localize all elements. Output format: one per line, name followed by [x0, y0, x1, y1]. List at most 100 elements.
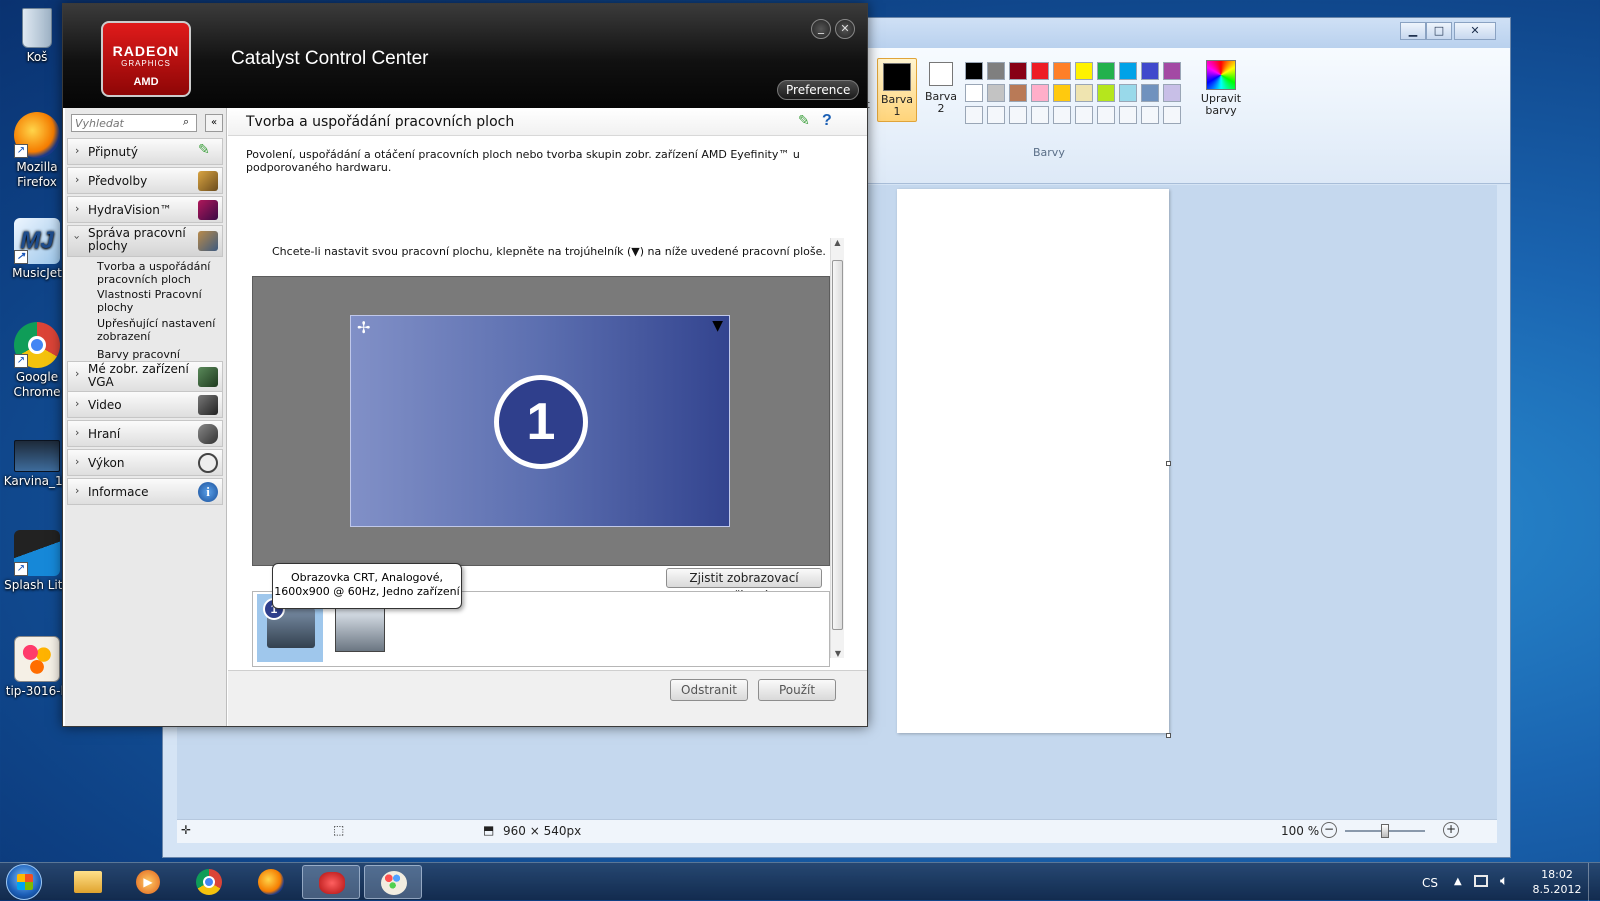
palette-color-swatch[interactable]: [1141, 62, 1159, 80]
minimize-button[interactable]: _: [811, 19, 831, 39]
gauge-icon: [198, 453, 218, 473]
palette-color-swatch[interactable]: [1053, 106, 1071, 124]
vga-icon: [198, 367, 218, 387]
zoom-out-button[interactable]: −: [1321, 822, 1337, 838]
zoom-slider-thumb[interactable]: [1381, 824, 1389, 838]
palette-color-swatch[interactable]: [1075, 84, 1093, 102]
nav-item-performance[interactable]: › Výkon: [67, 449, 223, 476]
maximize-button[interactable]: □: [1426, 22, 1452, 40]
palette-color-swatch[interactable]: [1031, 106, 1049, 124]
start-button[interactable]: [6, 864, 42, 900]
preferences-button[interactable]: Preference: [777, 80, 860, 100]
desktop-arrangement-area: ✢ ▼ 1: [252, 276, 830, 566]
show-hidden-icons[interactable]: ▲: [1454, 876, 1462, 887]
color2-button[interactable]: Barva 2: [921, 58, 961, 122]
palette-color-swatch[interactable]: [1119, 106, 1137, 124]
palette-color-swatch[interactable]: [1009, 84, 1027, 102]
palette-color-swatch[interactable]: [1141, 84, 1159, 102]
palette-color-swatch[interactable]: [987, 84, 1005, 102]
nav-item-desktop-management[interactable]: › Správa pracovní plochy: [67, 225, 223, 257]
resize-handle[interactable]: [1166, 733, 1171, 738]
vertical-scrollbar[interactable]: ▲ ▼: [830, 238, 844, 658]
minimize-button[interactable]: ▁: [1400, 22, 1426, 40]
color1-button[interactable]: Barva 1: [877, 58, 917, 122]
remove-button[interactable]: Odstranit: [670, 679, 748, 701]
close-button[interactable]: ✕: [835, 19, 855, 39]
palette-color-swatch[interactable]: [1097, 106, 1115, 124]
help-icon[interactable]: ?: [822, 112, 832, 130]
nav-sub-desktop-properties[interactable]: Vlastnosti Pracovní plochy: [97, 288, 217, 314]
resize-handle[interactable]: [1166, 461, 1171, 466]
nav-sub-advanced-display[interactable]: Upřesňující nastavení zobrazení: [97, 317, 217, 343]
show-desktop-button[interactable]: [1588, 863, 1600, 901]
palette-color-swatch[interactable]: [1031, 62, 1049, 80]
nav-item-pinned[interactable]: › Připnutý ✎: [67, 138, 223, 165]
palette-color-swatch[interactable]: [1075, 62, 1093, 80]
palette-color-swatch[interactable]: [1163, 62, 1181, 80]
musicjet-icon: MJ ↗: [14, 218, 60, 264]
nav-item-hydravision[interactable]: › HydraVision™: [67, 196, 223, 223]
taskbar-chrome[interactable]: [180, 865, 238, 899]
palette-color-swatch[interactable]: [1031, 84, 1049, 102]
pin-page-icon[interactable]: ✎: [798, 113, 810, 129]
language-indicator[interactable]: CS: [1422, 876, 1438, 890]
lcd-monitor-icon[interactable]: [335, 608, 385, 652]
folder-icon: [74, 871, 102, 893]
taskbar-catalyst[interactable]: [302, 865, 360, 899]
palette-color-swatch[interactable]: [1097, 62, 1115, 80]
palette-color-swatch[interactable]: [987, 106, 1005, 124]
nav-item-video[interactable]: › Video: [67, 391, 223, 418]
video-camera-icon: [198, 395, 218, 415]
nav-item-presets[interactable]: › Předvolby: [67, 167, 223, 194]
palette-color-swatch[interactable]: [1163, 84, 1181, 102]
nav-sub-create-desktops[interactable]: Tvorba a uspořádání pracovních ploch: [97, 260, 217, 286]
palette-color-swatch[interactable]: [1119, 62, 1137, 80]
palette-color-swatch[interactable]: [1119, 84, 1137, 102]
clock-time: 18:02: [1541, 868, 1573, 881]
detect-displays-button[interactable]: Zjistit zobrazovací zařízení: [666, 568, 822, 603]
nav-item-information[interactable]: › Informace i: [67, 478, 223, 505]
palette-color-swatch[interactable]: [1053, 62, 1071, 80]
palette-color-swatch[interactable]: [965, 106, 983, 124]
clock[interactable]: 18:02 8.5.2012: [1532, 867, 1582, 897]
palette-color-swatch[interactable]: [987, 62, 1005, 80]
palette-color-swatch[interactable]: [1141, 106, 1159, 124]
palette-color-swatch[interactable]: [1075, 106, 1093, 124]
scrollbar-thumb[interactable]: [832, 260, 843, 630]
network-icon[interactable]: [1474, 875, 1488, 887]
volume-icon[interactable]: 🔈︎: [1500, 873, 1508, 889]
move-icon[interactable]: ✢: [357, 318, 370, 337]
palette-color-swatch[interactable]: [1163, 106, 1181, 124]
palette-color-swatch[interactable]: [1009, 106, 1027, 124]
taskbar-paint[interactable]: [364, 865, 422, 899]
desktop-menu-triangle[interactable]: ▼: [712, 318, 723, 334]
taskbar-explorer[interactable]: [58, 865, 116, 899]
rainbow-icon: [1206, 60, 1236, 90]
color2-swatch: [929, 62, 953, 86]
search-input[interactable]: [71, 114, 197, 132]
paint-canvas[interactable]: [897, 189, 1169, 733]
nav-item-my-displays[interactable]: › Mé zobr. zařízení VGA: [67, 361, 223, 393]
palette-color-swatch[interactable]: [1009, 62, 1027, 80]
palette-color-swatch[interactable]: [965, 84, 983, 102]
desktop-1[interactable]: ✢ ▼ 1: [350, 315, 730, 527]
search-icon[interactable]: ⌕: [183, 115, 189, 129]
palette-color-swatch[interactable]: [1097, 84, 1115, 102]
palette-color-swatch[interactable]: [965, 62, 983, 80]
taskbar-media-player[interactable]: ▶: [118, 865, 176, 899]
zoom-in-button[interactable]: +: [1443, 822, 1459, 838]
app-title: Catalyst Control Center: [231, 48, 429, 69]
info-icon: i: [198, 482, 218, 502]
taskbar-firefox[interactable]: [242, 865, 300, 899]
ccc-window[interactable]: RADEON GRAPHICS AMD Catalyst Control Cen…: [62, 3, 868, 727]
close-button[interactable]: ✕: [1454, 22, 1496, 40]
zoom-level: 100 %: [1281, 824, 1320, 838]
collapse-nav-button[interactable]: «: [205, 114, 223, 132]
page-title: Tvorba a uspořádání pracovních ploch: [246, 114, 515, 130]
desktop-management-icon: [198, 231, 218, 251]
firefox-icon: ↗: [14, 112, 60, 158]
edit-colors-button[interactable]: Upravit barvy: [1193, 60, 1249, 124]
apply-button[interactable]: Použít: [758, 679, 836, 701]
palette-color-swatch[interactable]: [1053, 84, 1071, 102]
nav-item-gaming[interactable]: › Hraní: [67, 420, 223, 447]
